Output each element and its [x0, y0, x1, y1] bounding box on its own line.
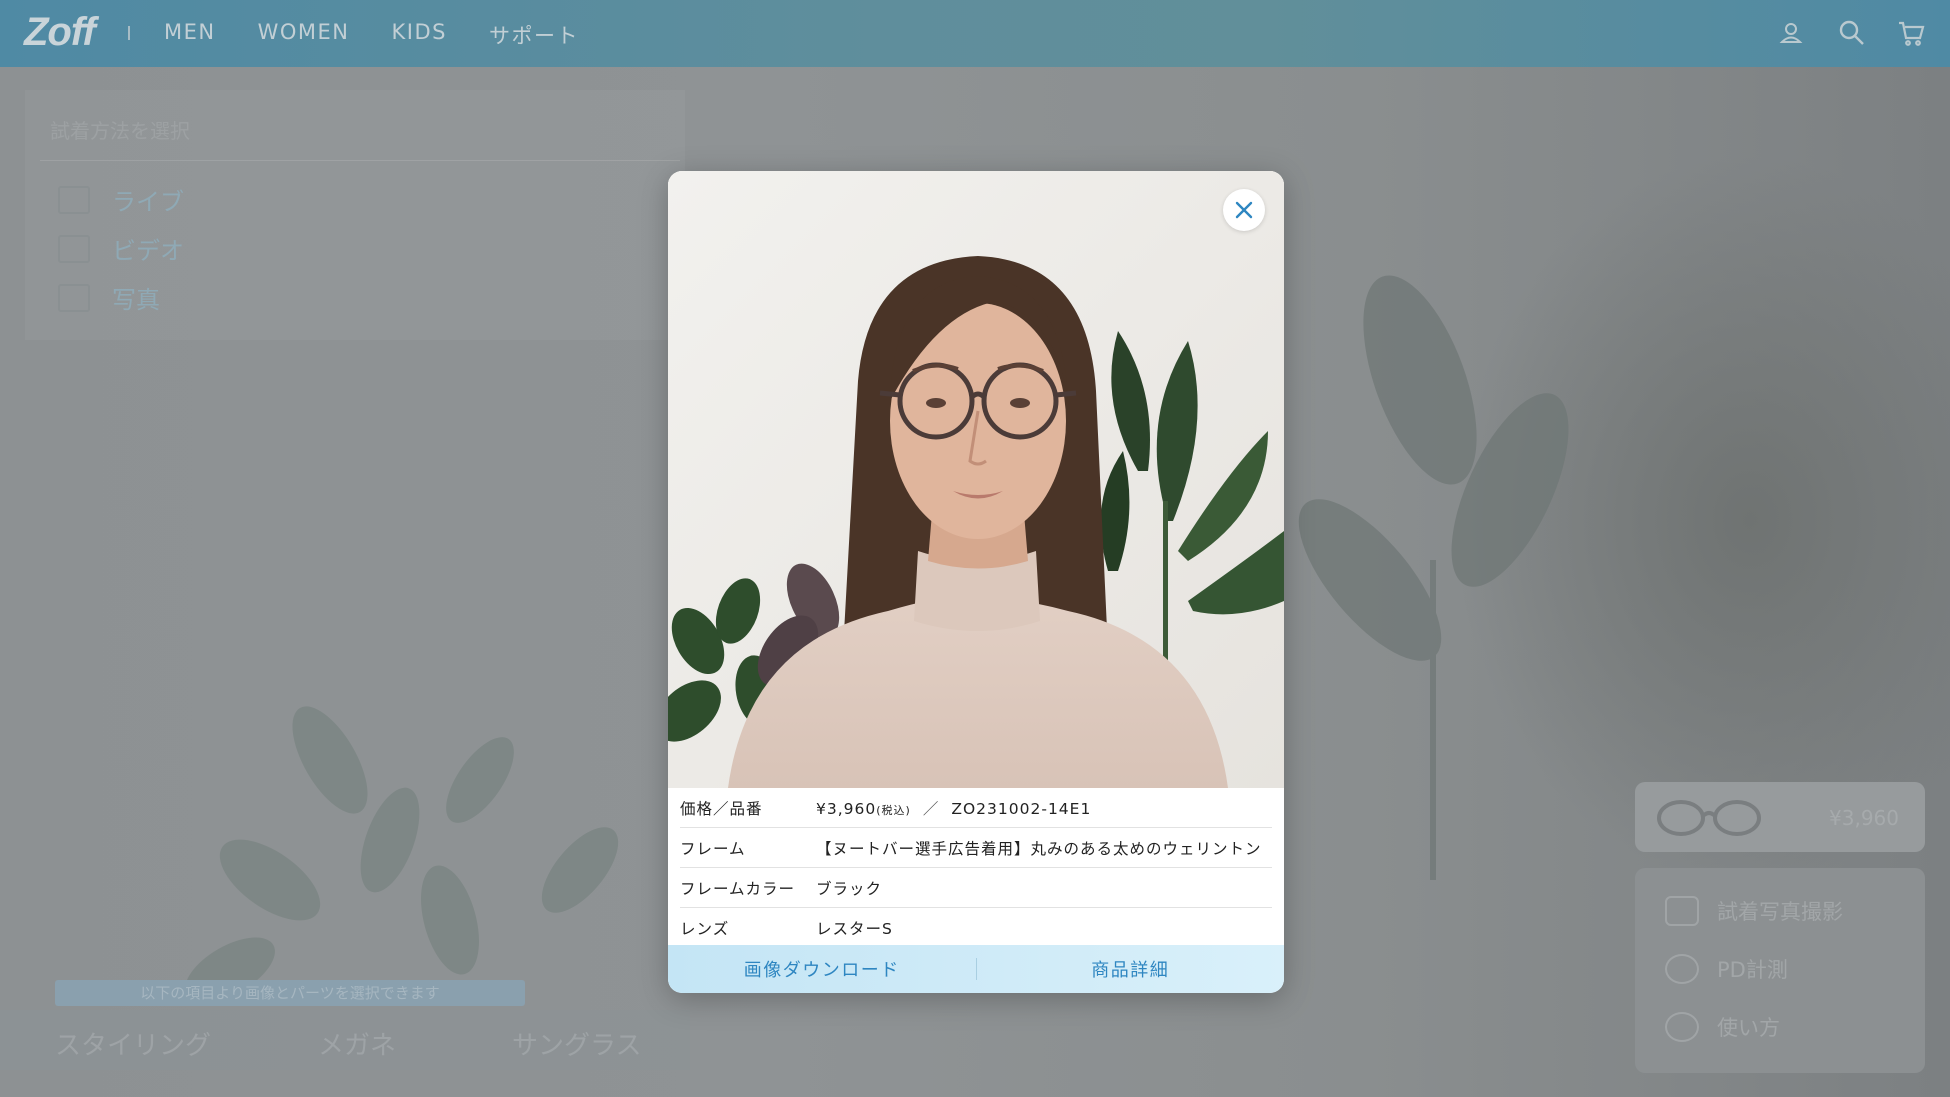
divider	[40, 160, 680, 161]
info-key: フレームカラー	[680, 879, 796, 898]
site-header: Zoff MEN WOMEN KIDS サポート	[0, 0, 1950, 67]
nav-women[interactable]: WOMEN	[258, 20, 350, 50]
option-live[interactable]: ライブ	[58, 182, 184, 217]
menu-label: PD計測	[1717, 958, 1788, 982]
option-video[interactable]: ビデオ	[58, 231, 184, 266]
camera-icon	[58, 283, 90, 312]
selected-frame-card[interactable]: ¥3,960	[1635, 782, 1925, 852]
try-on-method-title: 試着方法を選択	[50, 119, 190, 143]
help-icon	[1665, 1012, 1699, 1042]
info-value: ¥3,960(税込) ／ ZO231002-14E1	[816, 797, 1272, 819]
menu-label: 使い方	[1717, 1016, 1780, 1040]
tab-sunglasses[interactable]: サングラス	[512, 1025, 641, 1062]
nav-support[interactable]: サポート	[489, 20, 579, 50]
selection-notice: 以下の項目より画像とパーツを選択できます	[55, 980, 525, 1006]
info-row-frame-color: フレームカラー ブラック	[680, 868, 1272, 908]
menu-pd-measure[interactable]: PD計測	[1665, 954, 1788, 984]
frame-name: 【ヌートバー選手広告着用】丸みのある太めのウェリントン	[816, 839, 1262, 858]
header-icons	[1776, 18, 1926, 48]
info-key: フレーム	[680, 839, 746, 858]
frame-price: ¥3,960	[1829, 806, 1899, 830]
close-icon	[1235, 201, 1253, 219]
info-row-frame: フレーム 【ヌートバー選手広告着用】丸みのある太めのウェリントン	[680, 828, 1272, 868]
lens-name: レスターS	[816, 919, 893, 938]
product-code: ZO231002-14E1	[951, 799, 1092, 818]
product-info-table: 価格／品番 ¥3,960(税込) ／ ZO231002-14E1 フレーム 【ヌート…	[680, 788, 1272, 947]
glasses-icon	[1657, 800, 1761, 836]
eye-icon	[1665, 954, 1699, 984]
background-plant-right	[1298, 275, 1569, 880]
tab-styling[interactable]: スタイリング	[55, 1025, 211, 1062]
menu-label: 試着写真撮影	[1717, 900, 1843, 924]
zoff-logo[interactable]: Zoff	[24, 10, 96, 55]
option-label: ビデオ	[112, 237, 184, 265]
option-photo[interactable]: 写真	[58, 280, 160, 315]
main-nav: MEN WOMEN KIDS サポート	[164, 20, 579, 50]
option-label: 写真	[112, 286, 160, 314]
download-image-button[interactable]: 画像ダウンロード	[668, 956, 976, 982]
info-key: 価格／品番	[680, 799, 763, 818]
camera-icon	[1665, 896, 1699, 926]
logo-separator	[128, 26, 130, 40]
info-row-lens: レンズ レスターS	[680, 908, 1272, 947]
try-on-photo	[668, 171, 1284, 788]
tab-glasses[interactable]: メガネ	[318, 1025, 396, 1062]
menu-try-on-photo[interactable]: 試着写真撮影	[1665, 896, 1843, 926]
nav-kids[interactable]: KIDS	[392, 20, 447, 50]
checkbox-icon	[58, 185, 90, 214]
cart-icon[interactable]	[1896, 18, 1926, 48]
portrait-illustration	[668, 171, 1284, 788]
product-detail-button[interactable]: 商品詳細	[977, 956, 1285, 982]
menu-how-to-use[interactable]: 使い方	[1665, 1012, 1780, 1042]
price-code-separator: ／	[922, 799, 940, 818]
tax-label: (税込)	[876, 803, 911, 817]
close-button[interactable]	[1223, 189, 1265, 231]
info-key: レンズ	[680, 919, 730, 938]
modal-action-bar: 画像ダウンロード 商品詳細	[668, 945, 1284, 993]
video-icon	[58, 234, 90, 263]
nav-men[interactable]: MEN	[164, 20, 216, 50]
side-menu: 試着写真撮影 PD計測 使い方	[1635, 868, 1925, 1073]
option-label: ライブ	[112, 188, 184, 216]
info-row-price: 価格／品番 ¥3,960(税込) ／ ZO231002-14E1	[680, 788, 1272, 828]
try-on-result-modal: 価格／品番 ¥3,960(税込) ／ ZO231002-14E1 フレーム 【ヌート…	[668, 171, 1284, 993]
search-icon[interactable]	[1836, 18, 1866, 48]
price-value: ¥3,960	[816, 799, 877, 818]
frame-color: ブラック	[816, 879, 883, 898]
user-icon[interactable]	[1776, 18, 1806, 48]
